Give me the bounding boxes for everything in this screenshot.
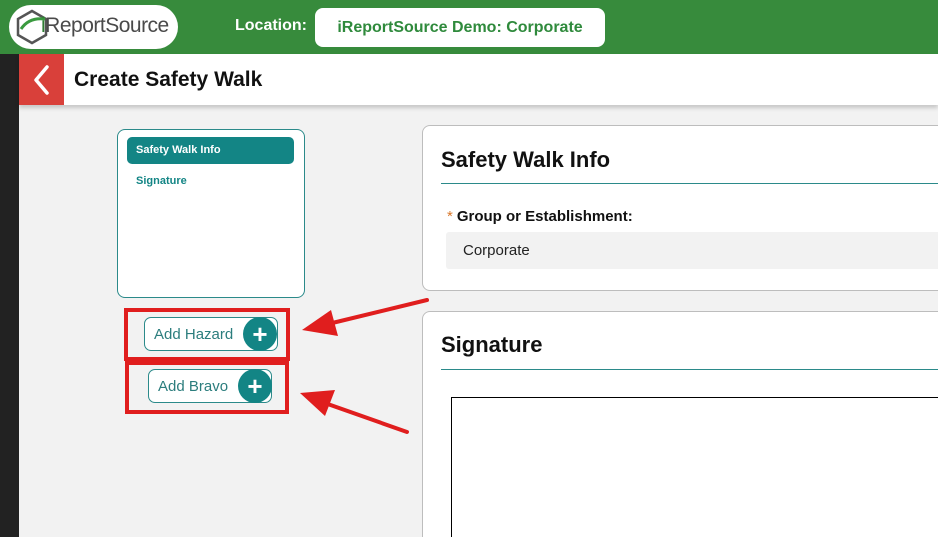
group-field-label: * Group or Establishment: [447, 208, 633, 225]
signature-card: Signature [422, 311, 938, 537]
left-rail [0, 54, 19, 537]
arrow-to-add-hazard [322, 298, 429, 327]
section-nav: Safety Walk Info Signature [117, 129, 305, 298]
location-label: Location: [235, 17, 307, 34]
divider [441, 183, 938, 184]
arrowhead-icon [300, 390, 335, 416]
required-marker: * [447, 208, 453, 225]
safety-walk-info-title: Safety Walk Info [441, 147, 611, 172]
location-selector[interactable]: iReportSource Demo: Corporate [315, 8, 605, 47]
highlight-box-add-hazard [124, 308, 290, 361]
nav-item-safety-walk-info[interactable]: Safety Walk Info [127, 137, 294, 164]
page-header: Create Safety Walk [19, 54, 938, 105]
logo-text: iReportSource [41, 14, 169, 37]
page-title: Create Safety Walk [74, 68, 263, 91]
safety-walk-info-card: Safety Walk Info * Group or Establishment… [422, 125, 938, 291]
back-button[interactable] [19, 54, 64, 105]
signature-pad[interactable] [451, 397, 938, 537]
arrow-to-add-bravo [320, 400, 409, 434]
group-establishment-field[interactable]: Corporate [446, 232, 938, 269]
app-logo[interactable]: iReportSource [9, 5, 178, 49]
chevron-left-icon [33, 64, 49, 95]
arrowhead-icon [302, 310, 338, 336]
divider [441, 369, 938, 370]
top-bar: iReportSource Location: iReportSource De… [0, 0, 938, 54]
signature-title: Signature [441, 332, 543, 357]
nav-item-signature[interactable]: Signature [136, 175, 187, 187]
highlight-box-add-bravo [125, 361, 289, 414]
